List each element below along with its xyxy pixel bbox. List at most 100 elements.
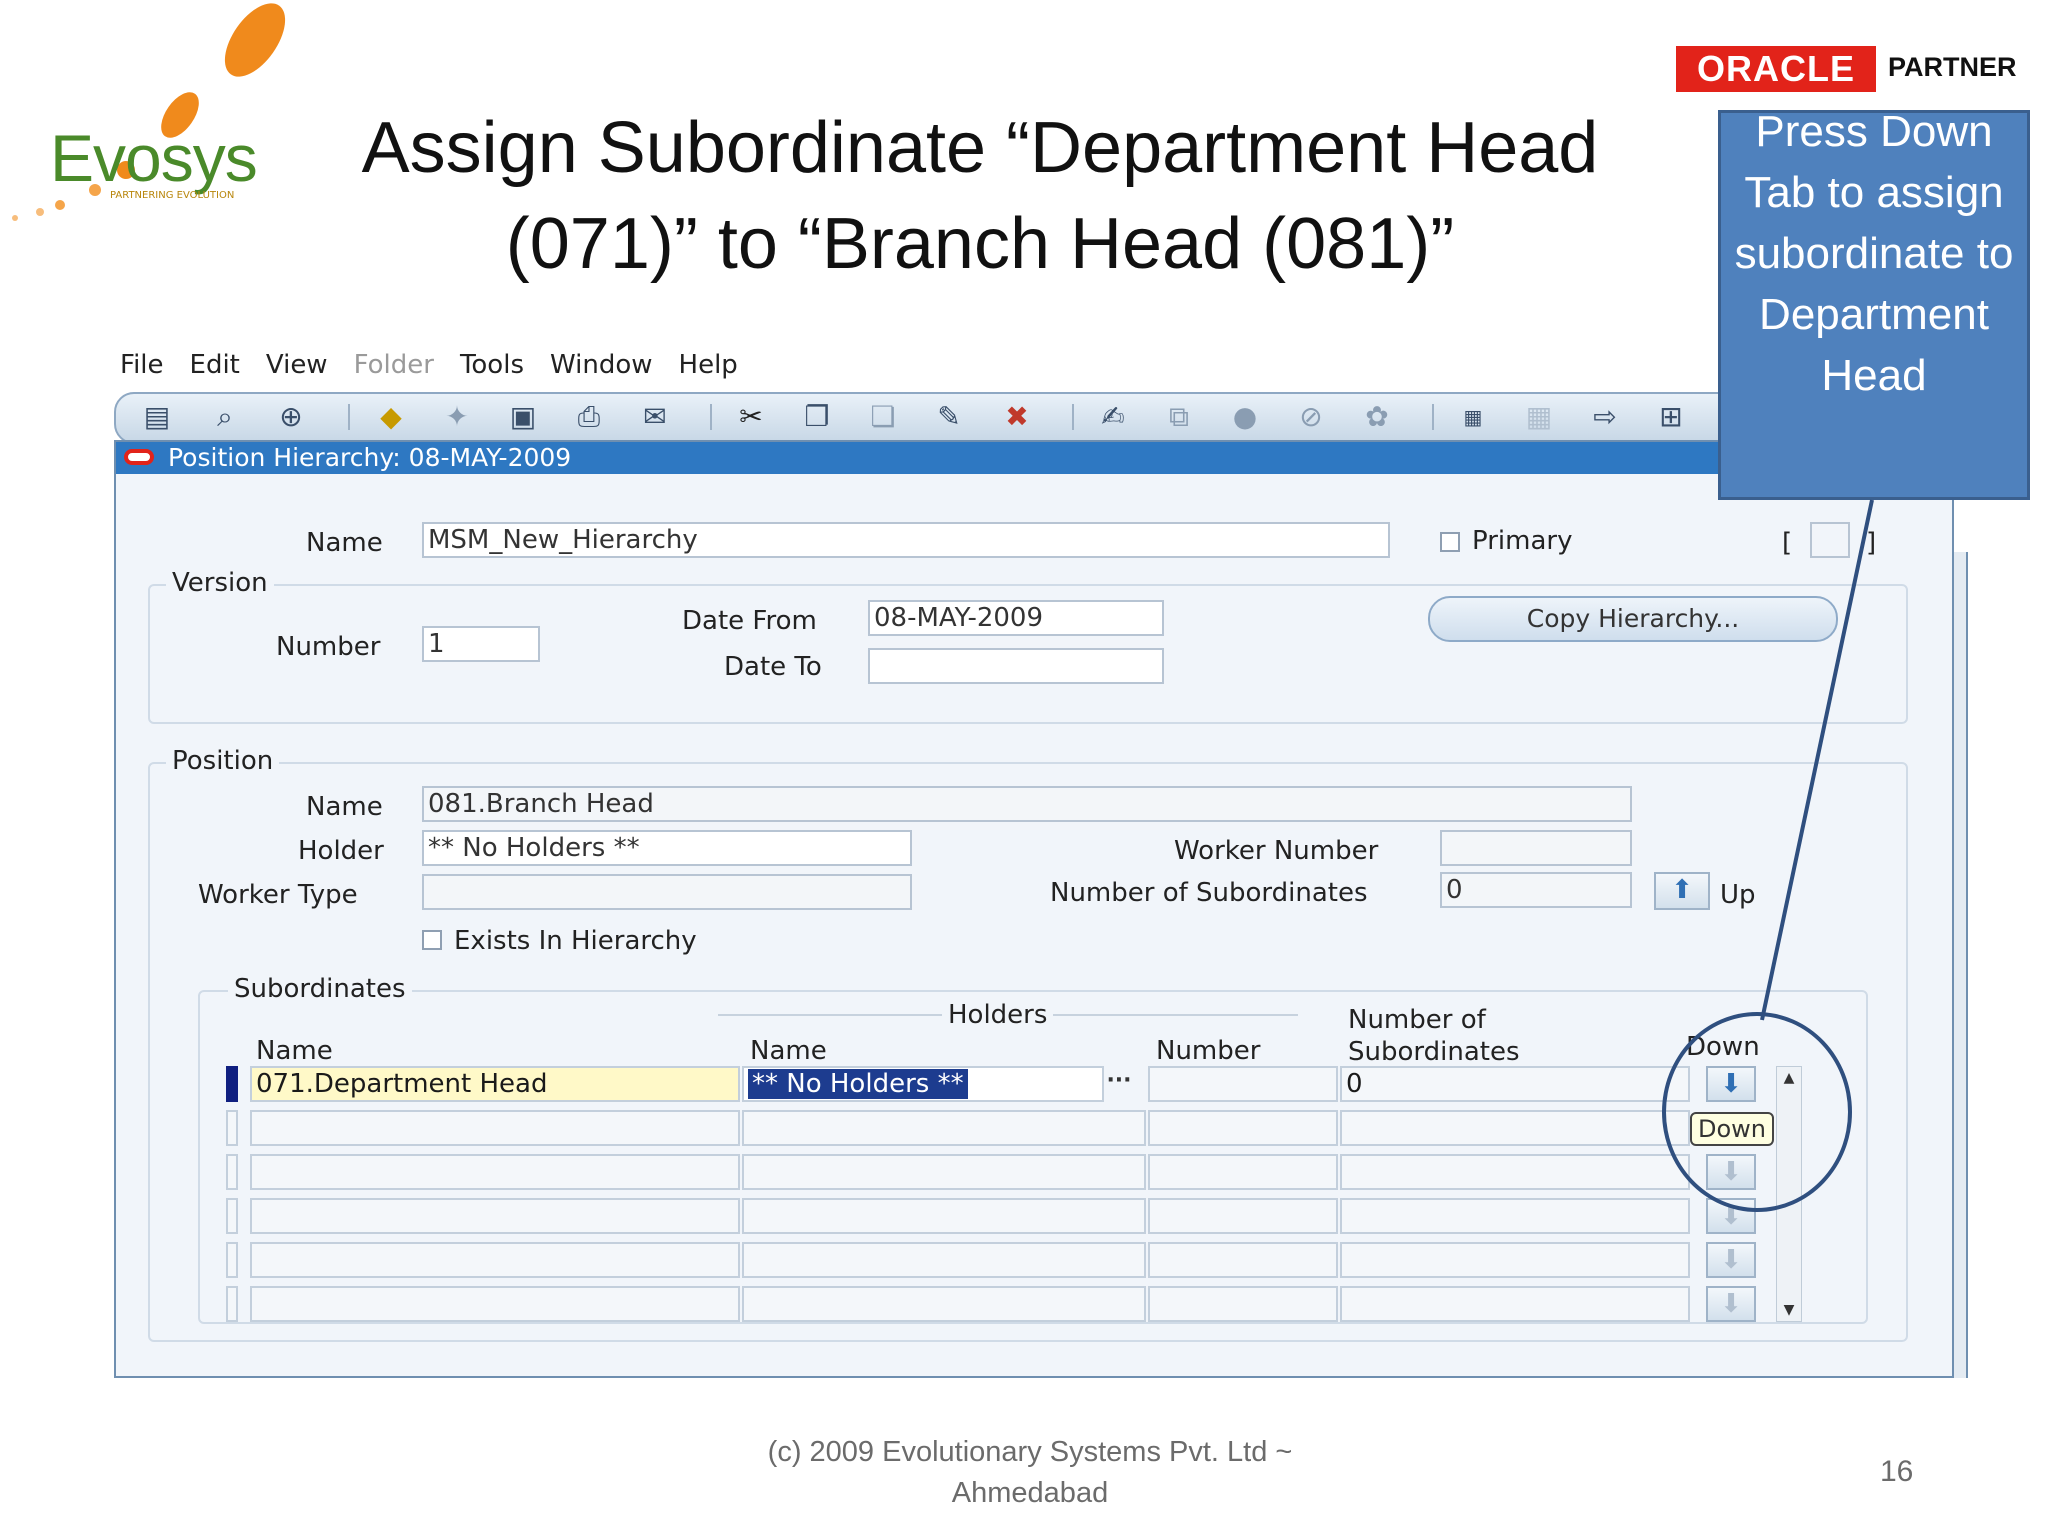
row-indicator [226, 1286, 238, 1322]
column-header-number-of-line1: Number of [1348, 1005, 1486, 1035]
subordinate-name-cell[interactable] [250, 1286, 740, 1322]
worker-number-field[interactable] [1440, 830, 1632, 866]
number-of-subordinates-field[interactable]: 0 [1440, 872, 1632, 908]
navigator-icon[interactable]: ⊕ [274, 402, 308, 432]
holder-number-cell[interactable] [1148, 1154, 1338, 1190]
page-number: 16 [1880, 1455, 1914, 1488]
zoom-icon[interactable]: ⧉ [1162, 402, 1196, 432]
date-to-field[interactable] [868, 648, 1164, 684]
version-group-title: Version [166, 568, 274, 598]
oracle-partner-label: PARTNER [1888, 52, 2017, 82]
evosys-logo-tagline: PARTNERING EVOLUTION [110, 190, 235, 201]
toolbar: ▤ ⌕ ⊕ ◆ ✦ ▣ ⎙ ✉ ✂ ❐ ❏ ✎ ✖ ✍ ⧉ ● ⊘ ✿ ▦ ▦ … [114, 392, 1738, 444]
holder-name-cell[interactable]: ** No Holders ** [742, 1066, 1104, 1102]
column-header-number: Number [1156, 1036, 1261, 1066]
calendar-disabled-icon[interactable]: ▦ [1522, 402, 1556, 432]
down-arrow-icon: ⬇ [1720, 1245, 1742, 1275]
primary-label: Primary [1472, 526, 1573, 556]
holder-number-cell[interactable] [1148, 1242, 1338, 1278]
subordinates-group-title: Subordinates [228, 974, 412, 1004]
number-of-subordinates-cell[interactable] [1340, 1110, 1690, 1146]
print-icon[interactable]: ⎙ [572, 402, 606, 432]
subordinate-name-cell[interactable] [250, 1198, 740, 1234]
holder-name-cell[interactable] [742, 1286, 1146, 1322]
delete-record-icon[interactable]: ✖ [1000, 402, 1034, 432]
subordinate-name-cell[interactable] [250, 1154, 740, 1190]
exists-in-hierarchy-checkbox[interactable] [422, 930, 442, 950]
date-to-label: Date To [724, 652, 822, 682]
attachments-icon[interactable]: ⊘ [1294, 402, 1328, 432]
number-of-subordinates-cell[interactable] [1340, 1242, 1690, 1278]
oracle-logo: ORACLE [1676, 46, 1876, 92]
footer-copyright: (c) 2009 Evolutionary Systems Pvt. Ltd ~… [700, 1432, 1360, 1514]
slide-title: Assign Subordinate “Department Head (071… [300, 100, 1660, 292]
holder-number-cell[interactable] [1148, 1110, 1338, 1146]
menu-file[interactable]: File [120, 350, 164, 386]
help-icon[interactable]: ⊞ [1654, 402, 1688, 432]
paste-icon[interactable]: ❏ [866, 402, 900, 432]
calendar-icon[interactable]: ▦ [1456, 402, 1490, 432]
subordinate-name-cell[interactable] [250, 1242, 740, 1278]
save-icon[interactable]: ◆ [374, 402, 408, 432]
holder-name-cell[interactable] [742, 1242, 1146, 1278]
worker-type-field[interactable] [422, 874, 912, 910]
copy-icon[interactable]: ❐ [800, 402, 834, 432]
version-number-field[interactable]: 1 [422, 626, 540, 662]
number-of-subordinates-cell[interactable] [1340, 1198, 1690, 1234]
window-shadow-edge [1954, 552, 1968, 1378]
menu-window[interactable]: Window [550, 350, 653, 386]
holder-name-cell[interactable] [742, 1198, 1146, 1234]
menu-edit[interactable]: Edit [190, 350, 240, 386]
slide-title-line-1: Assign Subordinate “Department Head [361, 108, 1599, 188]
print-setup-icon[interactable]: ▣ [506, 402, 540, 432]
position-hierarchy-window: Position Hierarchy: 08-MAY-2009 Name MSM… [114, 440, 1954, 1378]
number-of-subordinates-label: Number of Subordinates [1050, 878, 1368, 908]
holder-number-cell[interactable] [1148, 1198, 1338, 1234]
holders-group-title: Holders [942, 1000, 1054, 1030]
clear-record-icon[interactable]: ✎ [932, 402, 966, 432]
position-name-field[interactable]: 081.Branch Head [422, 786, 1632, 822]
number-of-subordinates-cell[interactable]: 0 [1340, 1066, 1690, 1102]
holder-field[interactable]: ** No Holders ** [422, 830, 912, 866]
list-of-values-button[interactable]: ··· [1106, 1066, 1132, 1102]
down-button[interactable]: ⬇ [1706, 1242, 1756, 1278]
menu-view[interactable]: View [266, 350, 328, 386]
number-of-subordinates-cell[interactable] [1340, 1286, 1690, 1322]
date-from-label: Date From [682, 606, 817, 636]
next-step-icon[interactable]: ✦ [440, 402, 474, 432]
date-from-field[interactable]: 08-MAY-2009 [868, 600, 1164, 636]
footer-line-1: (c) 2009 Evolutionary Systems Pvt. Ltd ~ [767, 1436, 1293, 1468]
menu-tools[interactable]: Tools [460, 350, 524, 386]
holder-number-cell[interactable] [1148, 1286, 1338, 1322]
column-header-number-of-line2: Subordinates [1348, 1037, 1520, 1067]
holder-name-cell[interactable] [742, 1154, 1146, 1190]
primary-checkbox[interactable] [1440, 532, 1460, 552]
subordinate-name-cell[interactable] [250, 1110, 740, 1146]
subordinate-name-cell[interactable]: 071.Department Head [250, 1066, 740, 1102]
holder-name-cell[interactable] [742, 1110, 1146, 1146]
folder-tools-icon[interactable]: ✿ [1360, 402, 1394, 432]
position-name-label: Name [306, 792, 383, 822]
find-icon[interactable]: ⌕ [208, 402, 242, 432]
position-group-title: Position [166, 746, 280, 776]
edit-field-icon[interactable]: ✍ [1096, 402, 1130, 432]
hierarchy-name-field[interactable]: MSM_New_Hierarchy [422, 522, 1390, 558]
scroll-down-icon[interactable]: ▼ [1777, 1299, 1801, 1321]
menu-folder[interactable]: Folder [354, 350, 434, 386]
hierarchy-name-label: Name [306, 528, 383, 558]
new-record-icon[interactable]: ▤ [140, 402, 174, 432]
column-header-holder-name: Name [750, 1036, 827, 1066]
cut-icon[interactable]: ✂ [734, 402, 768, 432]
down-arrow-icon: ⬇ [1720, 1289, 1742, 1319]
up-arrow-icon: ⬆ [1671, 875, 1693, 905]
translations-icon[interactable]: ● [1228, 402, 1262, 432]
window-icon[interactable]: ⇨ [1588, 402, 1622, 432]
number-of-subordinates-cell[interactable] [1340, 1154, 1690, 1190]
menu-help[interactable]: Help [679, 350, 738, 386]
slide-title-line-2: (071)” to “Branch Head (081)” [505, 204, 1455, 284]
row-indicator [226, 1110, 238, 1146]
holder-number-cell[interactable] [1148, 1066, 1338, 1102]
down-button[interactable]: ⬇ [1706, 1286, 1756, 1322]
menu-bar: File Edit View Folder Tools Window Help [120, 350, 764, 386]
close-form-icon[interactable]: ✉ [638, 402, 672, 432]
